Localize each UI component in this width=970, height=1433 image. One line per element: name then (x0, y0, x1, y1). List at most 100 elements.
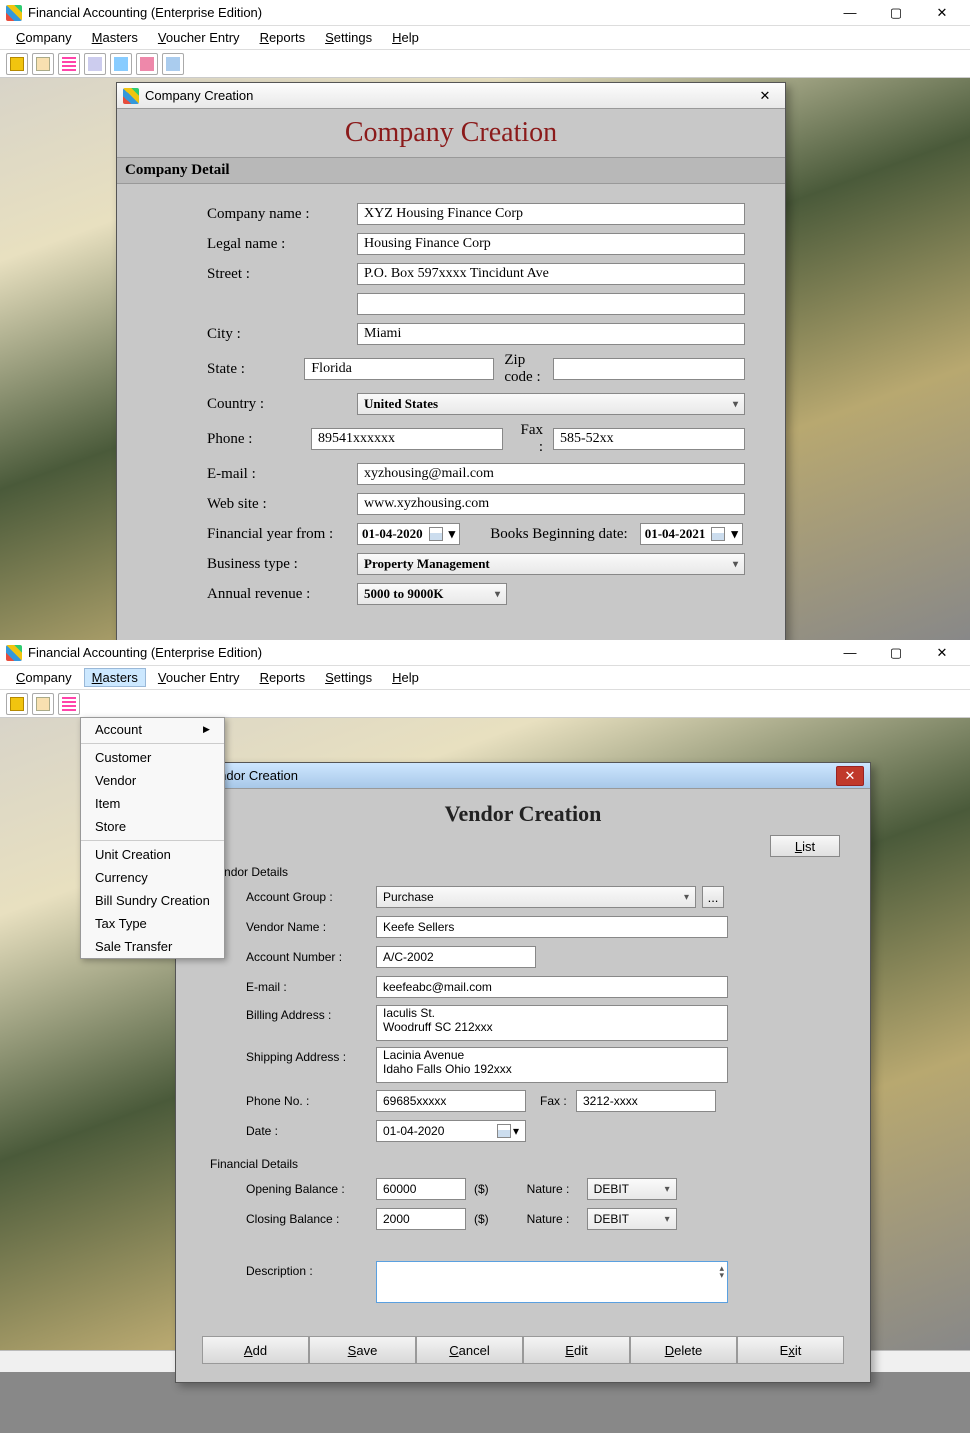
label-legal-name: Legal name : (207, 236, 357, 253)
shipping-address-input[interactable] (376, 1047, 728, 1083)
menu-company[interactable]: Company (8, 668, 80, 687)
closing-nature-select[interactable]: DEBIT▾ (587, 1208, 677, 1230)
vendor-email-input[interactable] (376, 976, 728, 998)
street-input[interactable] (357, 263, 745, 285)
add-button[interactable]: Add (202, 1336, 309, 1364)
toolbar-table[interactable] (84, 53, 106, 75)
vendor-cancel-button[interactable]: Cancel (416, 1336, 523, 1364)
textarea-scroll[interactable]: ▴▾ (719, 1265, 726, 1279)
toolbar-folder[interactable] (6, 693, 28, 715)
business-type-select[interactable]: Property Management▾ (357, 553, 745, 575)
legal-name-input[interactable] (357, 233, 745, 255)
delete-button[interactable]: Delete (630, 1336, 737, 1364)
toolbar-form[interactable] (110, 53, 132, 75)
menu-help[interactable]: Help (384, 28, 427, 47)
books-date[interactable]: 01-04-2021▾ (640, 523, 743, 545)
app-icon (6, 645, 22, 661)
menu-settings[interactable]: Settings (317, 668, 380, 687)
menu-voucher[interactable]: Voucher Entry (150, 668, 248, 687)
menuitem-account[interactable]: Account▶ (81, 718, 224, 741)
state-input[interactable] (304, 358, 494, 380)
opening-nature-select[interactable]: DEBIT▾ (587, 1178, 677, 1200)
menu-reports[interactable]: Reports (252, 28, 314, 47)
revenue-select[interactable]: 5000 to 9000K▾ (357, 583, 507, 605)
account-group-more-button[interactable]: ... (702, 886, 724, 908)
save-button[interactable]: Save (309, 1336, 416, 1364)
menuitem-sale-transfer[interactable]: Sale Transfer (81, 935, 224, 958)
menu-voucher[interactable]: Voucher Entry (150, 28, 248, 47)
vendor-close-button[interactable]: ✕ (836, 766, 864, 786)
label-state: State : (207, 361, 304, 378)
fax-input[interactable] (553, 428, 745, 450)
website-input[interactable] (357, 493, 745, 515)
toolbar-folder[interactable] (6, 53, 28, 75)
dialog-heading: Company Creation (117, 109, 785, 157)
menuitem-vendor[interactable]: Vendor (81, 769, 224, 792)
main-titlebar: Financial Accounting (Enterprise Edition… (0, 0, 970, 26)
account-group-select[interactable]: Purchase▾ (376, 886, 696, 908)
edit-button[interactable]: Edit (523, 1336, 630, 1364)
label-books-date: Books Beginning date: (490, 526, 634, 543)
menu-settings[interactable]: Settings (317, 28, 380, 47)
toolbar-layout[interactable] (162, 53, 184, 75)
zip-input[interactable] (553, 358, 745, 380)
label-bill-addr: Billing Address : (246, 1005, 376, 1022)
vendor-name-input[interactable] (376, 916, 728, 938)
calendar-icon (497, 1124, 511, 1138)
vendor-fax-input[interactable] (576, 1090, 716, 1112)
menuitem-currency[interactable]: Currency (81, 866, 224, 889)
label-vendor-date: Date : (246, 1124, 376, 1138)
app-title: Financial Accounting (Enterprise Edition… (28, 5, 828, 20)
vendor-titlebar: Vendor Creation ✕ (176, 763, 870, 789)
toolbar-grid[interactable] (58, 693, 80, 715)
vendor-phone-input[interactable] (376, 1090, 526, 1112)
menu-company[interactable]: Company (8, 28, 80, 47)
fy-from-date[interactable]: 01-04-2020▾ (357, 523, 460, 545)
close-button[interactable]: ✕ (920, 1, 964, 25)
minimize-button[interactable]: — (828, 641, 872, 665)
menuitem-store[interactable]: Store (81, 815, 224, 838)
menuitem-bill-sundry[interactable]: Bill Sundry Creation (81, 889, 224, 912)
vendor-creation-dialog: Vendor Creation ✕ Vendor Creation List V… (175, 762, 871, 1383)
menu-reports[interactable]: Reports (252, 668, 314, 687)
label-email: E-mail : (207, 466, 357, 483)
vendor-dialog-title: Vendor Creation (204, 768, 836, 783)
maximize-button[interactable]: ▢ (874, 1, 918, 25)
closing-balance-input[interactable] (376, 1208, 466, 1230)
label-close-nature: Nature : (527, 1212, 587, 1226)
label-zip: Zip code : (494, 352, 553, 386)
label-city: City : (207, 326, 357, 343)
menu-help[interactable]: Help (384, 668, 427, 687)
toolbar-edit[interactable] (32, 53, 54, 75)
list-button[interactable]: List (770, 835, 840, 857)
toolbar-grid[interactable] (58, 53, 80, 75)
email-input[interactable] (357, 463, 745, 485)
city-input[interactable] (357, 323, 745, 345)
phone-input[interactable] (311, 428, 503, 450)
menubar: Company Masters Voucher Entry Reports Se… (0, 26, 970, 50)
label-vendor-phone: Phone No. : (246, 1094, 376, 1108)
maximize-button[interactable]: ▢ (874, 641, 918, 665)
menu-masters[interactable]: Masters (84, 668, 146, 687)
exit-button[interactable]: Exit (737, 1336, 844, 1364)
label-vendor-email: E-mail : (246, 980, 376, 994)
street2-input[interactable] (357, 293, 745, 315)
menu-masters[interactable]: Masters (84, 28, 146, 47)
menuitem-unit-creation[interactable]: Unit Creation (81, 843, 224, 866)
toolbar-edit[interactable] (32, 693, 54, 715)
company-name-input[interactable] (357, 203, 745, 225)
menuitem-item[interactable]: Item (81, 792, 224, 815)
menuitem-customer[interactable]: Customer (81, 746, 224, 769)
toolbar-book[interactable] (136, 53, 158, 75)
vendor-date-input[interactable]: 01-04-2020▾ (376, 1120, 526, 1142)
description-input[interactable] (376, 1261, 728, 1303)
minimize-button[interactable]: — (828, 1, 872, 25)
menuitem-tax-type[interactable]: Tax Type (81, 912, 224, 935)
close-button[interactable]: ✕ (920, 641, 964, 665)
opening-balance-input[interactable] (376, 1178, 466, 1200)
country-select[interactable]: United States▾ (357, 393, 745, 415)
billing-address-input[interactable] (376, 1005, 728, 1041)
account-number-input[interactable] (376, 946, 536, 968)
app-title-2: Financial Accounting (Enterprise Edition… (28, 645, 828, 660)
dialog-close-button[interactable]: ✕ (751, 86, 779, 106)
